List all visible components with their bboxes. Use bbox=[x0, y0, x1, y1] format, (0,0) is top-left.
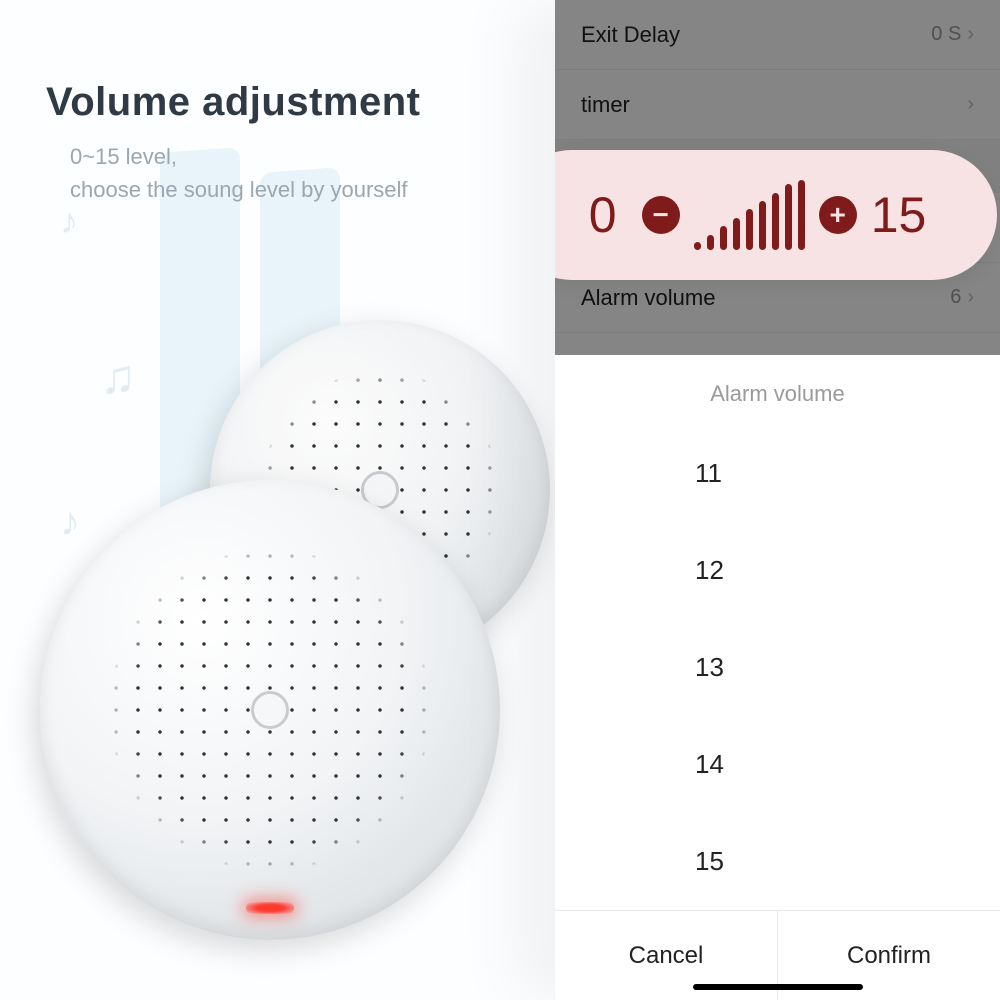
volume-decrease-button[interactable]: − bbox=[642, 196, 680, 234]
device-speaker-front bbox=[40, 480, 500, 940]
picker-option[interactable]: 12 bbox=[555, 522, 1000, 619]
hero-title: Volume adjustment bbox=[46, 80, 420, 125]
picker-list[interactable]: 11 12 13 14 15 bbox=[555, 425, 1000, 910]
hero-subtitle-line: choose the soung level by yourself bbox=[70, 173, 408, 206]
picker-title: Alarm volume bbox=[555, 355, 1000, 425]
picker-option[interactable]: 14 bbox=[555, 716, 1000, 813]
music-note-icon: ♪ bbox=[60, 500, 80, 545]
phone-screenshot: Exit Delay 0 S › timer › Alarm Alar › Al… bbox=[555, 0, 1000, 1000]
home-indicator[interactable] bbox=[693, 984, 863, 990]
picker-option[interactable]: 15 bbox=[555, 813, 1000, 910]
volume-picker-sheet: Alarm volume 11 12 13 14 15 Cancel Confi… bbox=[555, 355, 1000, 1000]
volume-increase-button[interactable]: + bbox=[819, 196, 857, 234]
device-logo-icon bbox=[251, 691, 289, 729]
hero-subtitle-line: 0~15 level, bbox=[70, 140, 408, 173]
volume-bars-icon bbox=[694, 180, 805, 250]
hero-subtitle: 0~15 level, choose the soung level by yo… bbox=[70, 140, 408, 206]
music-note-icon: ♫ bbox=[100, 350, 136, 405]
volume-min-label: 0 bbox=[578, 186, 628, 244]
picker-option[interactable]: 13 bbox=[555, 619, 1000, 716]
music-note-icon: ♪ bbox=[60, 200, 78, 242]
volume-level-bubble: 0 − + 15 bbox=[555, 150, 997, 280]
picker-option[interactable]: 11 bbox=[555, 425, 1000, 522]
device-led-indicator bbox=[246, 902, 294, 914]
volume-max-label: 15 bbox=[871, 186, 927, 244]
